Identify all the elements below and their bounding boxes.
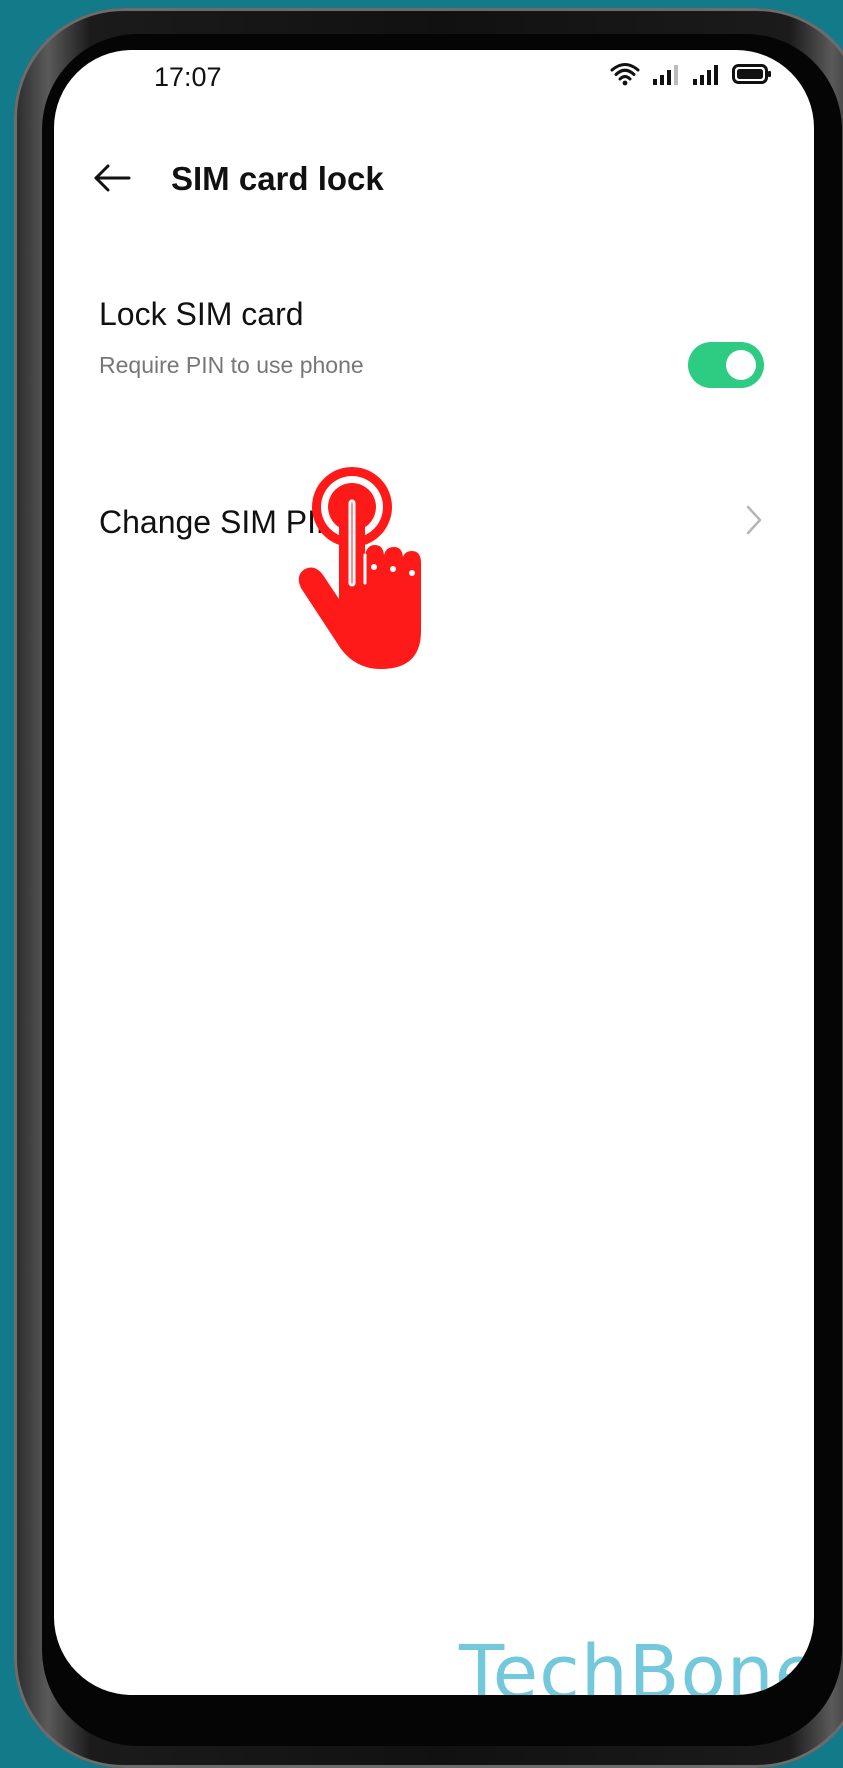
wifi-icon <box>610 62 640 86</box>
techbone-watermark: TechBone <box>459 1630 814 1695</box>
lock-sim-card-label: Lock SIM card <box>99 296 304 332</box>
signal-icon <box>692 62 720 86</box>
battery-icon <box>732 62 772 86</box>
tap-hand-icon <box>295 463 435 673</box>
arrow-left-icon <box>92 163 132 198</box>
lock-sim-card-row[interactable]: Lock SIM card Require PIN to use phone <box>54 270 814 410</box>
lock-sim-card-toggle[interactable] <box>688 342 764 388</box>
page-title: SIM card lock <box>171 160 384 197</box>
phone-screen: 17:07 SIM card lock Lock SIM card Requir… <box>54 50 814 1695</box>
toggle-knob <box>726 350 756 380</box>
back-button[interactable] <box>90 158 134 202</box>
status-time: 17:07 <box>154 62 222 92</box>
chevron-right-icon <box>744 504 764 541</box>
status-icons <box>610 62 772 86</box>
lock-sim-card-subtitle: Require PIN to use phone <box>99 352 364 378</box>
signal-icon <box>652 62 680 86</box>
